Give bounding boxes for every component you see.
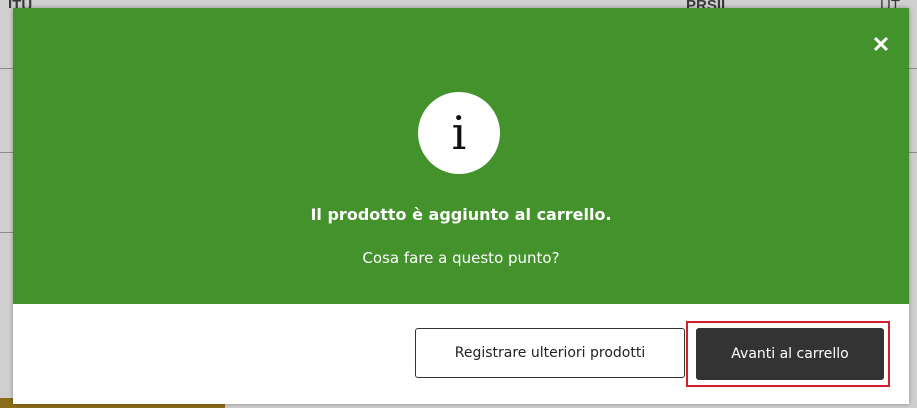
close-icon[interactable]: ✕ [871, 34, 891, 56]
background-divider [909, 68, 917, 69]
dialog-subtitle: Cosa fare a questo punto? [362, 249, 560, 267]
info-glyph: i [451, 106, 467, 160]
add-to-cart-dialog: ✕ i Il prodotto è aggiunto al carrello. … [13, 8, 909, 404]
background-heading-right: UT [880, 0, 900, 8]
dialog-title: Il prodotto è aggiunto al carrello. [310, 205, 612, 224]
info-icon: i [418, 92, 500, 174]
background-divider [0, 232, 13, 233]
background-heading-mid: PRSII [686, 0, 725, 8]
dialog-header: ✕ i Il prodotto è aggiunto al carrello. … [13, 8, 909, 304]
register-more-products-button[interactable]: Registrare ulteriori prodotti [415, 328, 685, 378]
background-divider [0, 152, 13, 153]
go-to-cart-button[interactable]: Avanti al carrello [696, 328, 884, 380]
background-heading-left: ITU [8, 0, 32, 8]
background-divider [909, 152, 917, 153]
background-divider [0, 68, 13, 69]
